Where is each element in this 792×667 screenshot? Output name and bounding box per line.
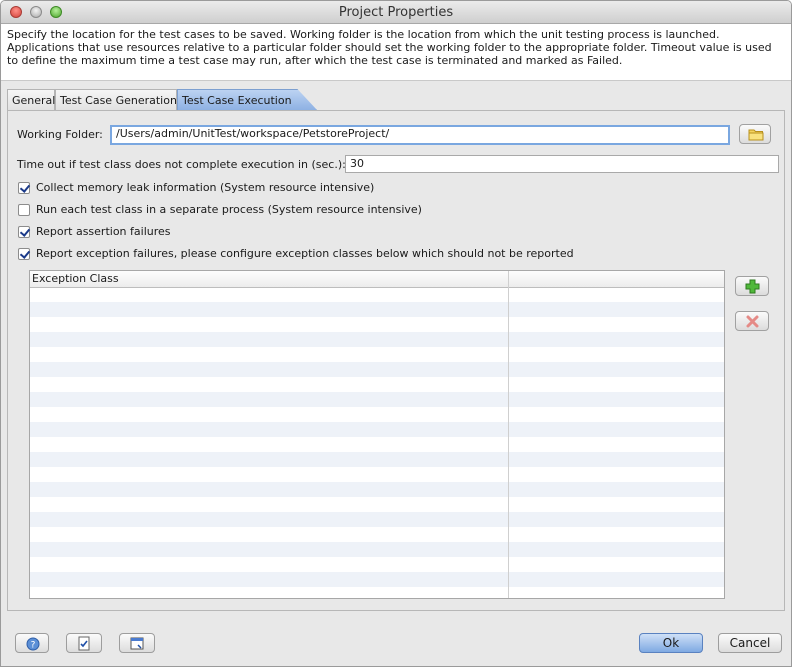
report-exception-failures-checkbox[interactable]: Report exception failures, please config…	[18, 247, 574, 260]
table-row[interactable]	[30, 527, 724, 542]
exception-class-table[interactable]: Exception Class	[29, 270, 725, 599]
tab-test-case-execution[interactable]: Test Case Execution	[177, 89, 317, 110]
column-header-exception-class[interactable]: Exception Class	[32, 272, 119, 285]
timeout-input[interactable]: 30	[345, 155, 779, 173]
bottom-bar: ? Ok Cancel	[1, 613, 791, 666]
table-row[interactable]	[30, 587, 724, 598]
tab-test-case-generation[interactable]: Test Case Generation	[55, 89, 177, 110]
table-row[interactable]	[30, 377, 724, 392]
table-row[interactable]	[30, 287, 724, 302]
working-folder-label: Working Folder:	[17, 128, 103, 141]
help-button[interactable]: ?	[15, 633, 49, 653]
tab-general[interactable]: General	[7, 89, 55, 110]
timeout-label: Time out if test class does not complete…	[17, 158, 346, 171]
table-row[interactable]	[30, 467, 724, 482]
checkbox-box[interactable]	[18, 247, 30, 260]
table-header: Exception Class	[30, 271, 724, 288]
column-divider	[508, 271, 509, 598]
table-row[interactable]	[30, 482, 724, 497]
table-row[interactable]	[30, 347, 724, 362]
table-row[interactable]	[30, 392, 724, 407]
cancel-button[interactable]: Cancel	[718, 633, 782, 653]
checkbox-label: Run each test class in a separate proces…	[36, 203, 422, 216]
table-row[interactable]	[30, 512, 724, 527]
add-exception-button[interactable]	[735, 276, 769, 296]
browse-folder-button[interactable]	[739, 124, 771, 144]
table-row[interactable]	[30, 317, 724, 332]
title-bar: Project Properties	[1, 1, 791, 24]
checkbox-label: Collect memory leak information (System …	[36, 181, 375, 194]
folder-icon	[748, 129, 764, 141]
svg-text:?: ?	[31, 641, 36, 651]
checklist-icon	[78, 636, 90, 651]
plus-icon	[745, 279, 760, 294]
working-folder-input[interactable]: /Users/admin/UnitTest/workspace/Petstore…	[110, 125, 730, 145]
table-row[interactable]	[30, 302, 724, 317]
table-row[interactable]	[30, 497, 724, 512]
report-assertion-failures-checkbox[interactable]: Report assertion failures	[18, 225, 171, 238]
remove-exception-button[interactable]	[735, 311, 769, 331]
window-icon	[130, 637, 144, 650]
ok-button[interactable]: Ok	[639, 633, 703, 653]
checkbox-label: Report assertion failures	[36, 225, 171, 238]
help-icon: ?	[26, 637, 40, 651]
table-row[interactable]	[30, 332, 724, 347]
table-row[interactable]	[30, 422, 724, 437]
table-row[interactable]	[30, 452, 724, 467]
checklist-button[interactable]	[66, 633, 102, 653]
table-row[interactable]	[30, 557, 724, 572]
checkbox-label: Report exception failures, please config…	[36, 247, 574, 260]
description-text: Specify the location for the test cases …	[1, 24, 791, 81]
checkbox-box[interactable]	[18, 203, 30, 216]
table-row[interactable]	[30, 572, 724, 587]
table-row[interactable]	[30, 407, 724, 422]
project-properties-window: Project Properties Specify the location …	[0, 0, 792, 667]
checkbox-box[interactable]	[18, 225, 30, 238]
tab-panel: Working Folder: /Users/admin/UnitTest/wo…	[7, 110, 785, 611]
table-row[interactable]	[30, 362, 724, 377]
collect-memory-leak-checkbox[interactable]: Collect memory leak information (System …	[18, 181, 374, 194]
table-row[interactable]	[30, 542, 724, 557]
separate-process-checkbox[interactable]: Run each test class in a separate proces…	[18, 203, 422, 216]
window-title: Project Properties	[338, 5, 454, 20]
x-icon	[746, 315, 759, 328]
table-row[interactable]	[30, 437, 724, 452]
window-settings-button[interactable]	[119, 633, 155, 653]
checkbox-box[interactable]	[18, 181, 30, 194]
